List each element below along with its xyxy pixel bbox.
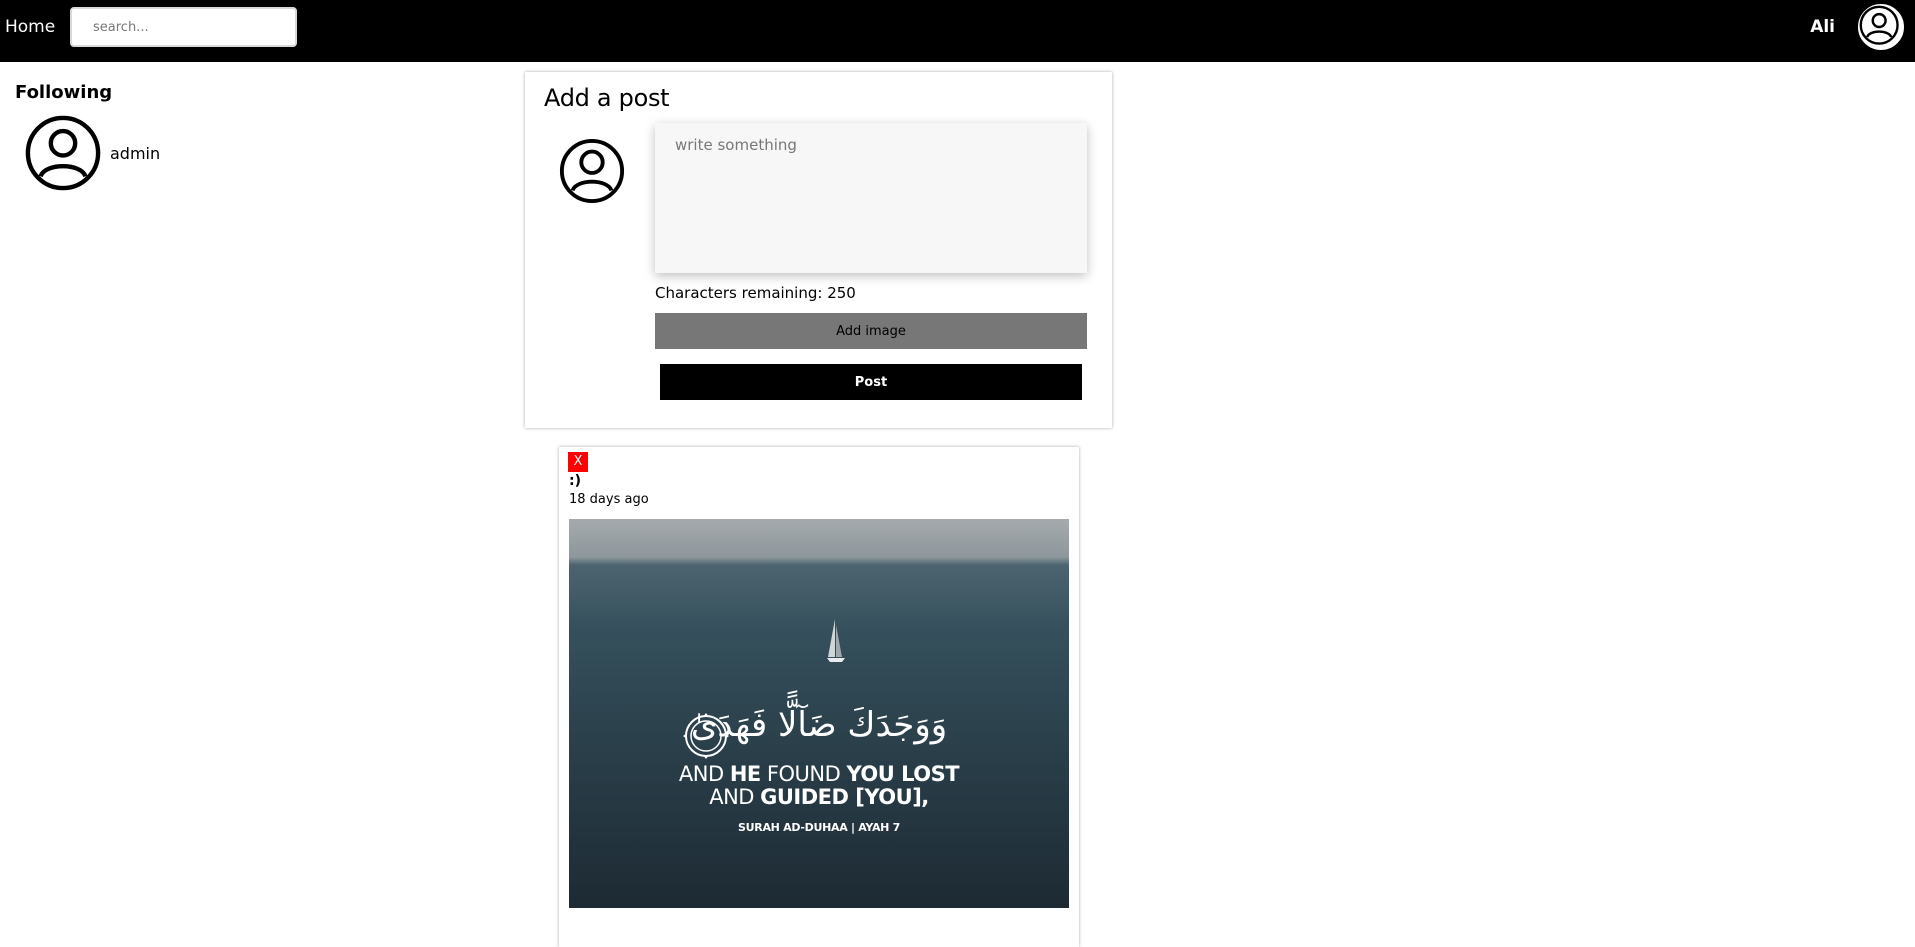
- following-title: Following: [15, 82, 113, 103]
- following-item-name[interactable]: admin: [110, 144, 160, 163]
- post-textarea[interactable]: [655, 123, 1087, 273]
- post-image-reference: SURAH AD-DUHAA | AYAH 7: [738, 821, 900, 834]
- post-text: :): [569, 473, 581, 489]
- sailboat-icon: [827, 619, 845, 662]
- user-circle-icon: [1859, 5, 1899, 45]
- post-timestamp: 18 days ago: [569, 492, 649, 507]
- post-button[interactable]: Post: [660, 364, 1082, 400]
- add-image-button[interactable]: Add image: [655, 313, 1087, 349]
- post-image-caption-line-2: AND GUIDED [YOU],: [709, 785, 929, 809]
- user-circle-icon: [559, 138, 625, 204]
- user-circle-icon: [25, 115, 101, 191]
- post-image-caption-line-1: AND HE FOUND YOU LOST: [678, 762, 960, 786]
- search-input[interactable]: [70, 7, 297, 47]
- feed-post: X :) 18 days ago وَوَجَدَكَ ضَآلًّا فَهَ…: [559, 447, 1079, 947]
- add-post-title: Add a post: [544, 84, 670, 112]
- home-link[interactable]: Home: [5, 17, 55, 37]
- add-post-card: Add a post Characters remaining: 250 Add…: [525, 72, 1112, 428]
- post-image-arabic-verse: وَوَجَدَكَ ضَآلًّا فَهَدَىٰ: [690, 705, 948, 745]
- following-item-admin[interactable]: admin: [24, 114, 160, 192]
- characters-remaining: Characters remaining: 250: [655, 284, 856, 302]
- top-navbar: Home Ali: [0, 0, 1915, 62]
- user-avatar[interactable]: [1856, 2, 1906, 52]
- delete-post-button[interactable]: X: [568, 452, 588, 472]
- current-user-name[interactable]: Ali: [1810, 17, 1835, 37]
- post-image: وَوَجَدَكَ ضَآلًّا فَهَدَىٰ AND HE FOUND…: [569, 519, 1069, 908]
